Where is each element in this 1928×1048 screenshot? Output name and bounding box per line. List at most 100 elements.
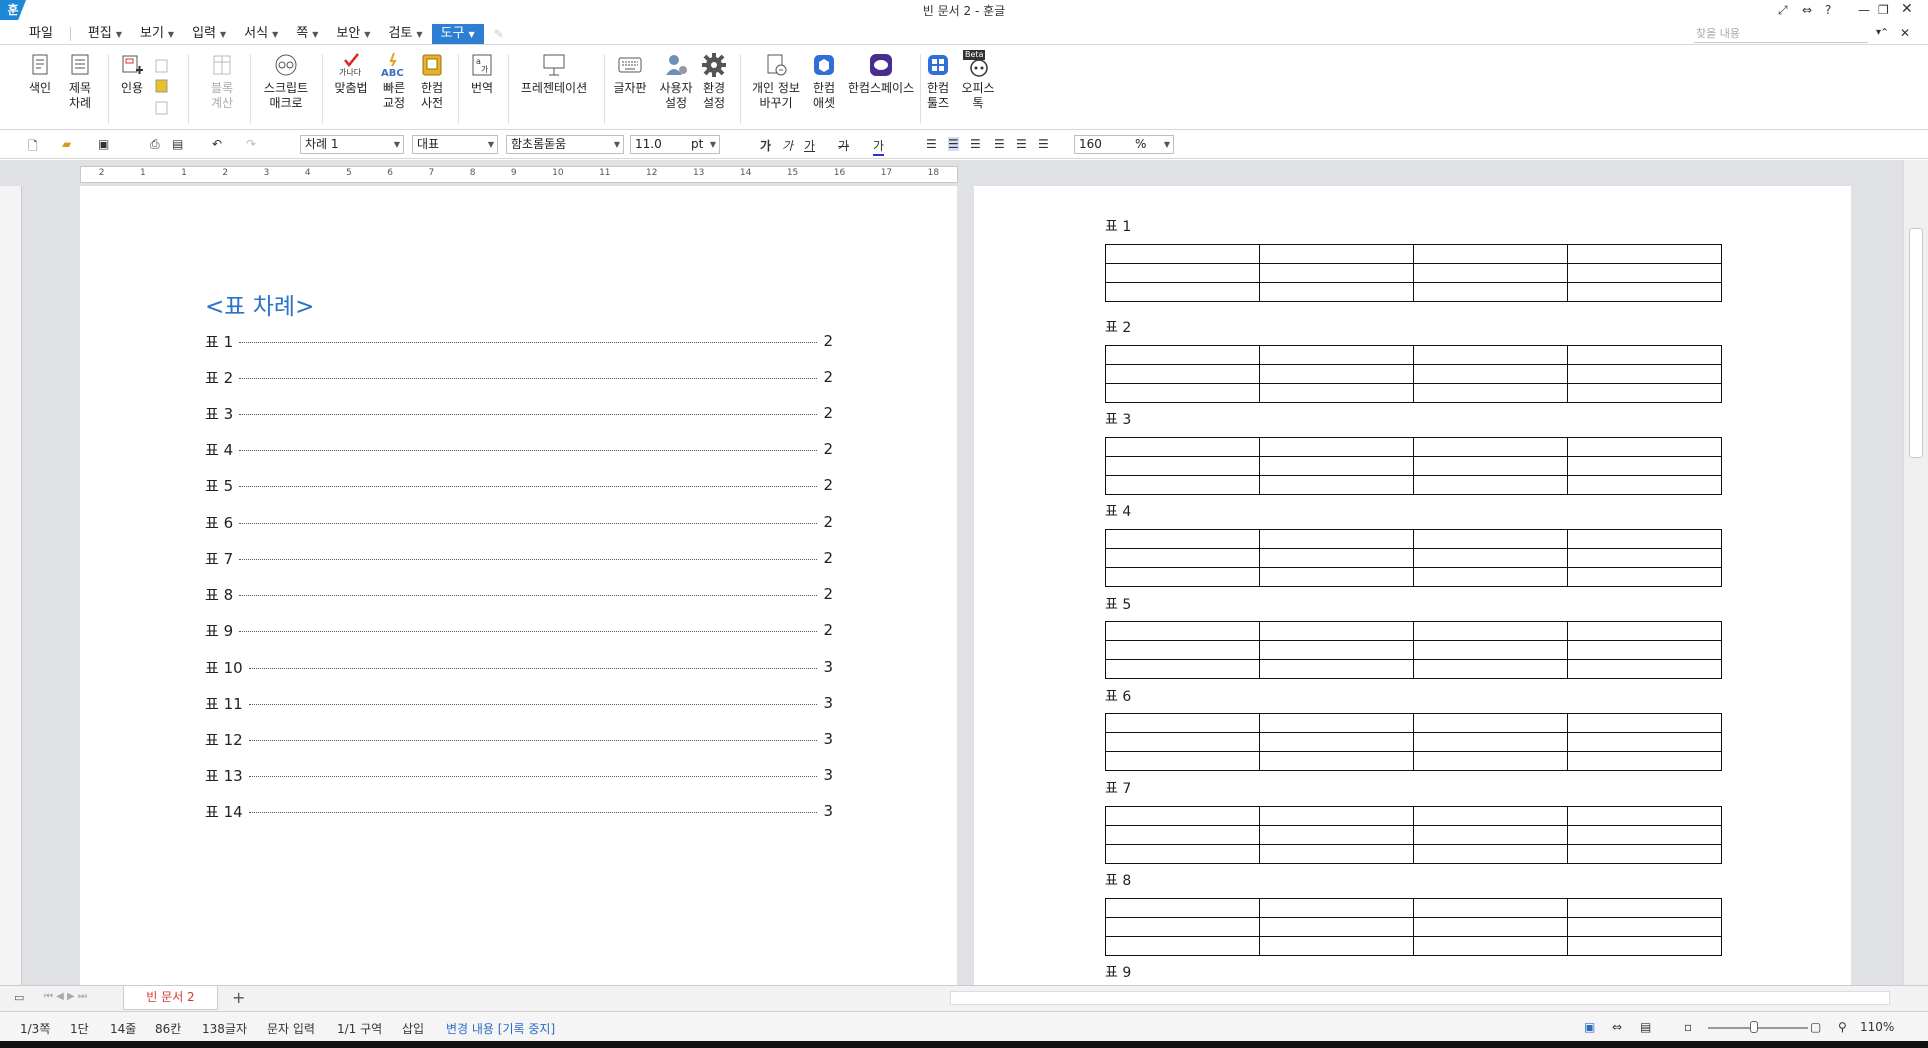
table-2[interactable]: [1105, 345, 1722, 403]
toc-button[interactable]: 제목 차례: [64, 52, 96, 111]
align-distribute-icon[interactable]: ☰: [1016, 137, 1027, 151]
scrollbar-thumb[interactable]: [1909, 228, 1923, 458]
horizontal-scrollbar[interactable]: [950, 991, 1890, 1005]
restore-icon[interactable]: ❐: [1878, 3, 1889, 17]
collapse-ribbon-icon[interactable]: ⌃: [1880, 26, 1889, 39]
minimize-icon[interactable]: —: [1858, 3, 1870, 17]
table-1[interactable]: [1105, 244, 1722, 302]
pin-icon[interactable]: ✎: [494, 27, 504, 41]
table-8[interactable]: [1105, 898, 1722, 956]
toc-entry[interactable]: 표 14 3: [205, 801, 833, 821]
quick-correct-button[interactable]: ABC 빠른 교정: [378, 52, 410, 111]
menu-review[interactable]: 검토 ▼: [379, 24, 431, 44]
font-size-input[interactable]: 11.0 pt ▼: [630, 135, 720, 154]
privacy-button[interactable]: 개인 정보 바꾸기: [748, 52, 804, 111]
toc-entry[interactable]: 표 2 2: [205, 367, 833, 387]
table-4[interactable]: [1105, 529, 1722, 587]
vertical-scrollbar[interactable]: [1903, 160, 1928, 985]
menu-format[interactable]: 서식 ▼: [235, 24, 287, 44]
fullscreen-icon[interactable]: ⤢: [1778, 3, 1788, 18]
close-icon[interactable]: ✕: [1901, 1, 1913, 17]
language-select[interactable]: 대표 ▼: [412, 135, 498, 154]
align-right-icon[interactable]: ☰: [994, 137, 1005, 151]
zoom-level[interactable]: 110%: [1860, 1020, 1894, 1034]
presentation-button[interactable]: 프레젠테이션: [516, 52, 592, 96]
toc-entry[interactable]: 표 3 2: [205, 403, 833, 423]
asset-button[interactable]: 한컴 애셋: [808, 52, 840, 111]
translate-button[interactable]: a가 번역: [466, 52, 498, 96]
zoom-input[interactable]: 160% ▼: [1074, 135, 1174, 154]
user-settings-button[interactable]: 사용자 설정: [656, 52, 696, 111]
hancom-space-button[interactable]: 한컴스페이스: [846, 52, 916, 96]
toc-entry[interactable]: 표 12 3: [205, 729, 833, 749]
underline-button[interactable]: 가: [804, 137, 815, 154]
menu-edit[interactable]: 편집 ▼: [79, 24, 131, 44]
table-6[interactable]: [1105, 713, 1722, 771]
toc-entry[interactable]: 표 11 3: [205, 693, 833, 713]
keyboard-button[interactable]: 글자판: [610, 52, 650, 96]
align-left-icon[interactable]: ☰: [948, 137, 959, 151]
font-select[interactable]: 함초롬돋움 ▼: [506, 135, 624, 154]
status-section[interactable]: 1/1 구역: [337, 1020, 382, 1037]
zoom-slider-handle[interactable]: [1750, 1021, 1758, 1033]
view-normal-icon[interactable]: ▣: [1584, 1020, 1595, 1034]
tab-nav-icon[interactable]: ⏮ ◀ ▶ ⏭: [44, 991, 87, 1002]
add-tab-button[interactable]: +: [232, 988, 245, 1007]
menu-view[interactable]: 보기 ▼: [131, 24, 183, 44]
strikethrough-button[interactable]: 가: [838, 137, 849, 154]
zoom-out-icon[interactable]: ▫: [1684, 1020, 1692, 1034]
new-doc-icon[interactable]: 🗋: [28, 137, 38, 158]
search-input[interactable]: 찾을 내용: [1694, 25, 1868, 43]
align-split-icon[interactable]: ☰: [1038, 137, 1049, 151]
close-doc-icon[interactable]: ✕: [1900, 26, 1910, 40]
zoom-search-icon[interactable]: ⚲: [1838, 1020, 1847, 1034]
menu-page[interactable]: 쪽 ▼: [287, 24, 327, 44]
print-icon[interactable]: ⎙: [150, 137, 160, 152]
status-track-changes[interactable]: 변경 내용 [기록 중지]: [446, 1020, 555, 1037]
table-7[interactable]: [1105, 806, 1722, 864]
table-3[interactable]: [1105, 437, 1722, 495]
index-button[interactable]: 색인: [24, 52, 56, 96]
view-page-icon[interactable]: ▤: [1640, 1020, 1651, 1034]
open-folder-icon[interactable]: ▰: [62, 137, 71, 151]
undo-icon[interactable]: ↶: [212, 137, 222, 151]
macro-button[interactable]: 스크립트 매크로: [258, 52, 314, 111]
hancom-tools-button[interactable]: 한컴 툴즈: [922, 52, 954, 111]
preferences-button[interactable]: 환경 설정: [698, 52, 730, 111]
toc-entry[interactable]: 표 5 2: [205, 475, 833, 495]
dictionary-button[interactable]: 한컴 사전: [416, 52, 448, 111]
status-insert[interactable]: 삽입: [402, 1020, 424, 1037]
align-center-icon[interactable]: ☰: [970, 137, 981, 151]
block-calc-button[interactable]: 블록 계산: [206, 52, 238, 111]
menu-tools[interactable]: 도구 ▼: [431, 24, 484, 44]
bold-button[interactable]: 가: [760, 137, 771, 154]
save-icon[interactable]: ▣: [98, 137, 109, 151]
font-color-button[interactable]: 가: [873, 137, 885, 156]
toc-entry[interactable]: 표 10 3: [205, 657, 833, 677]
style-select[interactable]: 차례 1 ▼: [300, 135, 404, 154]
toc-entry[interactable]: 표 7 2: [205, 548, 833, 568]
toc-entry[interactable]: 표 6 2: [205, 512, 833, 532]
tab-list-icon[interactable]: ▭: [14, 991, 24, 1004]
resize-icon[interactable]: ⇔: [1802, 3, 1812, 17]
zoom-in-icon[interactable]: ▢: [1810, 1020, 1821, 1034]
view-web-icon[interactable]: ⇔: [1612, 1020, 1622, 1034]
spellcheck-button[interactable]: 가나다 맞춤법: [330, 52, 372, 96]
toc-entry[interactable]: 표 13 3: [205, 765, 833, 785]
office-talk-button[interactable]: Beta 오피스 톡: [960, 50, 996, 111]
toc-entry[interactable]: 표 4 2: [205, 439, 833, 459]
menu-file[interactable]: 파일: [20, 24, 62, 44]
table-5[interactable]: [1105, 621, 1722, 679]
align-justify-icon[interactable]: ☰: [926, 137, 937, 151]
menu-insert[interactable]: 입력 ▼: [183, 24, 235, 44]
zoom-slider[interactable]: [1708, 1027, 1808, 1029]
italic-button[interactable]: 가: [782, 137, 793, 154]
help-icon[interactable]: ?: [1825, 3, 1831, 17]
citation-button[interactable]: 인용: [116, 52, 148, 96]
toc-entry[interactable]: 표 8 2: [205, 584, 833, 604]
redo-icon[interactable]: ↷: [246, 137, 256, 151]
toc-entry[interactable]: 표 9 2: [205, 620, 833, 640]
menu-security[interactable]: 보안 ▼: [327, 24, 379, 44]
preview-icon[interactable]: ▤: [172, 137, 183, 151]
toc-entry[interactable]: 표 1 2: [205, 331, 833, 351]
